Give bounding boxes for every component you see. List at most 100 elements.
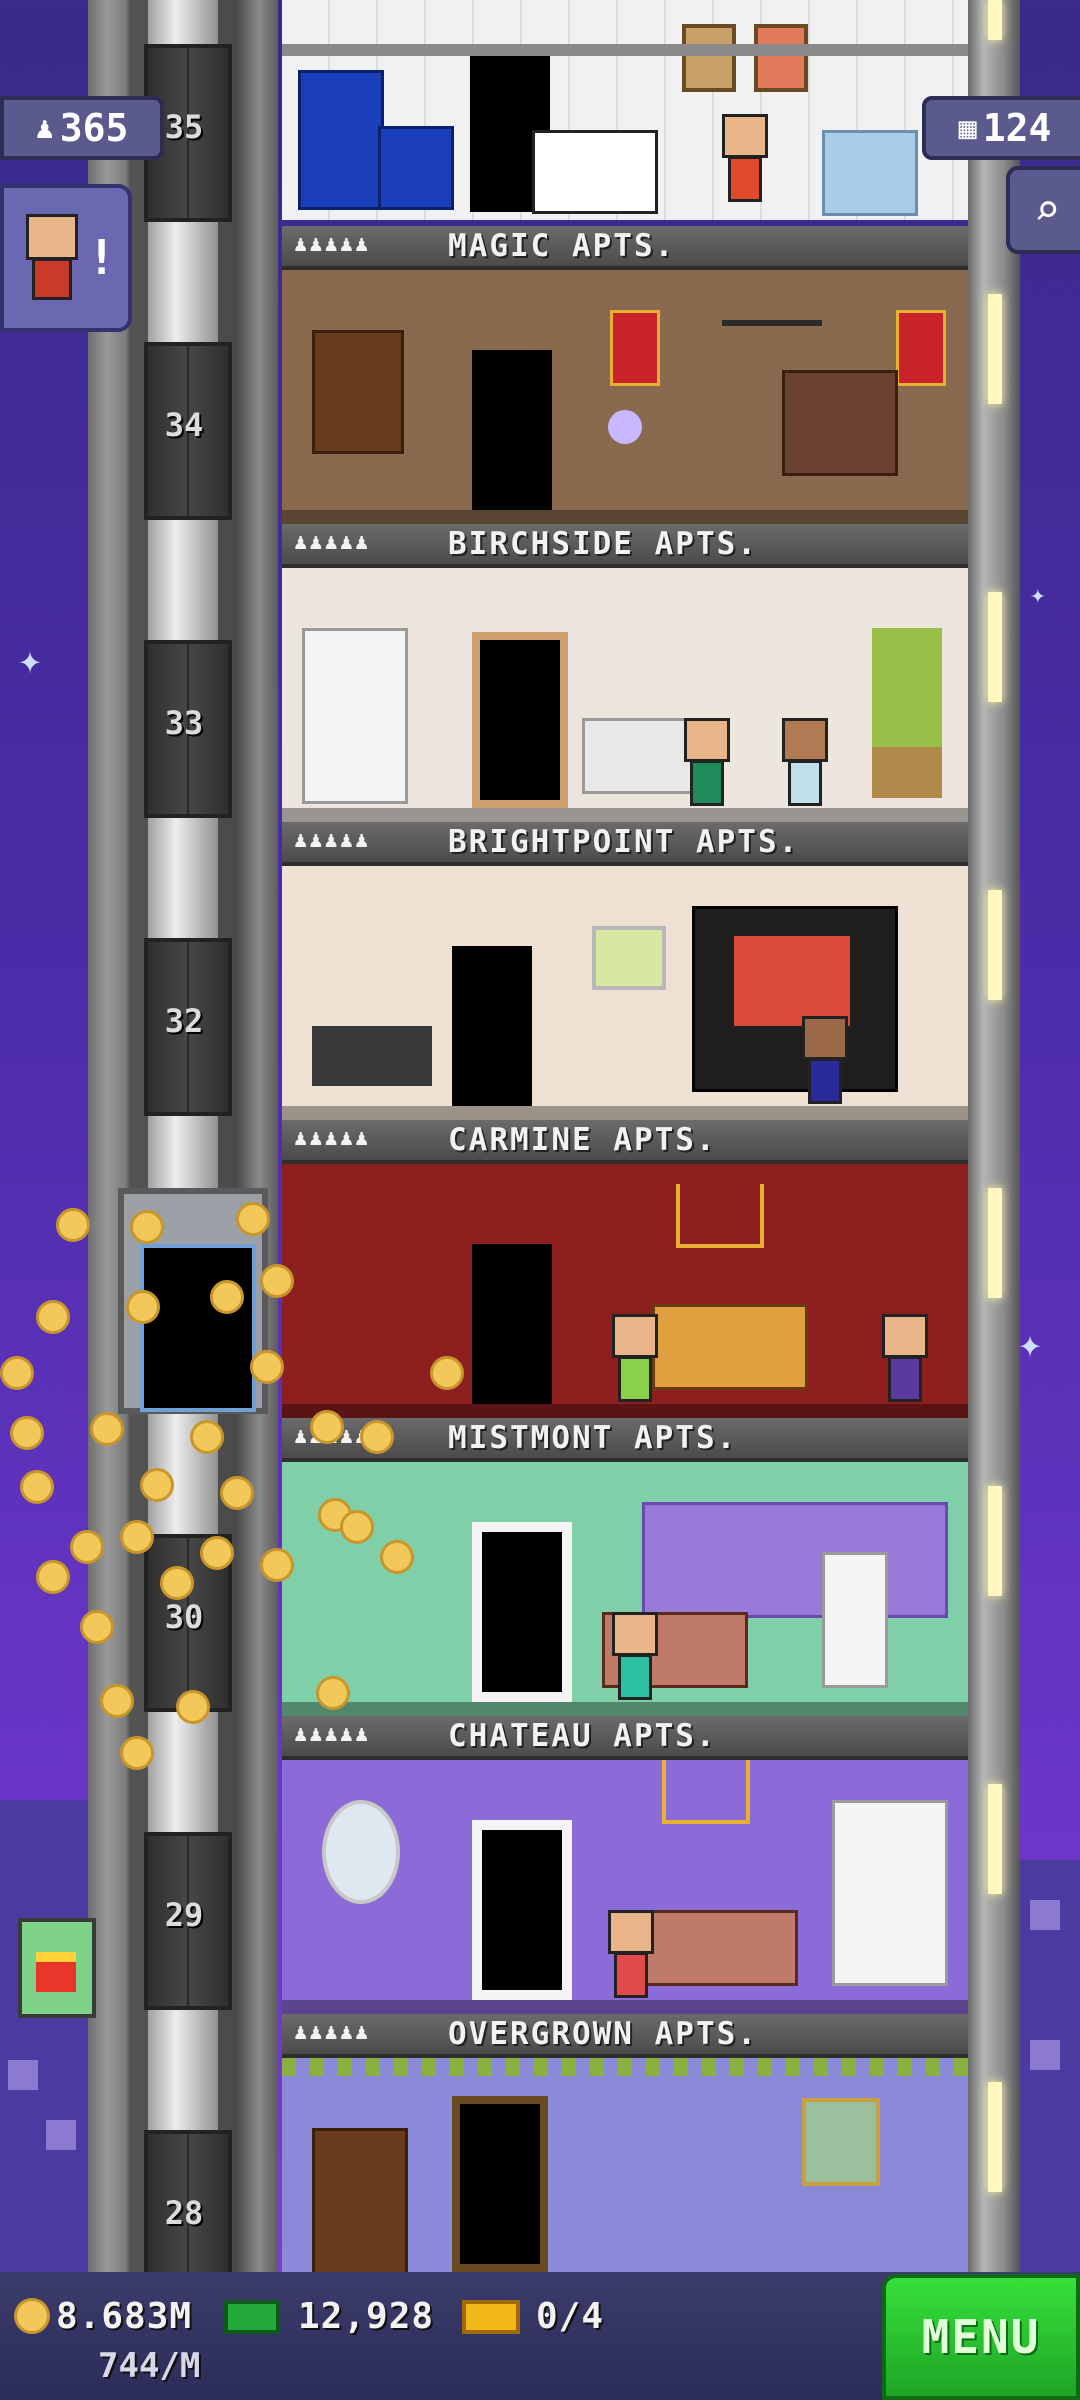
star-decoration: ✦ [1018, 1321, 1043, 1367]
tv-screen [734, 936, 850, 1026]
red-banner [896, 310, 946, 386]
apartment-door[interactable] [472, 1522, 572, 1702]
city-silhouette [0, 1800, 88, 2272]
alert-exclamation-icon: ! [87, 230, 116, 286]
bux-icon [224, 2300, 280, 2334]
red-banner [610, 310, 660, 386]
chandelier [662, 1760, 750, 1824]
floor-nameplate: ♟♟♟♟♟ BRIGHTPOINT APTS. [282, 822, 968, 866]
floor-number: 30 [164, 1598, 204, 1636]
visitor-alert-button[interactable]: ! [0, 184, 132, 332]
polar-bear [532, 130, 658, 214]
pillar-light [988, 592, 1002, 702]
floor-number: 29 [164, 1896, 204, 1934]
floor-nameplate: ♟♟♟♟♟ OVERGROWN APTS. [282, 2014, 968, 2058]
floor-nameplate: ♟♟♟♟♟ MAGIC APTS. [282, 226, 968, 270]
resident[interactable] [722, 114, 768, 204]
star-decoration: ✦ [18, 637, 43, 683]
fries-ad-thumbnail[interactable] [18, 1918, 96, 2018]
coins-value: 8.683M [56, 2296, 193, 2337]
fridge [298, 70, 384, 210]
resident[interactable] [802, 1016, 848, 1106]
picture-frame [682, 24, 736, 92]
apartment-door[interactable] [452, 946, 532, 1106]
resident[interactable] [612, 1612, 658, 1702]
floor-number: 33 [164, 704, 204, 742]
floor-counter[interactable]: ▦ 124 [922, 96, 1080, 160]
star-decoration: ✦ [1030, 580, 1046, 610]
resident[interactable] [882, 1314, 928, 1404]
room-interior [282, 866, 968, 1120]
occupancy-icons: ♟♟♟♟♟ [294, 1126, 371, 1151]
stove [378, 126, 454, 210]
occupancy-icons: ♟♟♟♟♟ [294, 2020, 371, 2045]
picture-frame [754, 24, 808, 92]
floor-count-value: 124 [982, 106, 1052, 150]
floor-nameplate: ♟♟♟♟♟ BIRCHSIDE APTS. [282, 524, 968, 568]
floor-number: 28 [164, 2194, 204, 2232]
oval-mirror [322, 1800, 400, 1904]
chandelier [722, 280, 822, 326]
floor-brightpoint[interactable]: ♟♟♟♟♟ BRIGHTPOINT APTS. [282, 822, 968, 1120]
pillar-light [988, 2082, 1002, 2192]
apartment-door[interactable] [452, 2096, 548, 2272]
floor-chateau[interactable]: ♟♟♟♟♟ CHATEAU APTS. [282, 1716, 968, 2014]
room-interior [282, 1760, 968, 2014]
bed [652, 1304, 808, 1390]
table [312, 1026, 432, 1086]
sofa [642, 1910, 798, 1986]
floor-name: CARMINE APTS. [448, 1122, 717, 1158]
pillar-light [988, 1784, 1002, 1894]
chandelier [676, 1184, 764, 1248]
coin-icon [14, 2298, 50, 2334]
resident[interactable] [612, 1314, 658, 1404]
apartment-door[interactable] [472, 350, 552, 510]
pillar-light [988, 0, 1002, 40]
fireplace [782, 370, 898, 476]
occupancy-icons: ♟♟♟♟♟ [294, 1722, 371, 1747]
sofa [582, 718, 698, 794]
picture-frame [802, 2098, 880, 2186]
room-interior [282, 568, 968, 822]
floor-nameplate: ♟♟♟♟♟ CARMINE APTS. [282, 1120, 968, 1164]
pillar-light [988, 1486, 1002, 1596]
bookshelf [312, 2128, 408, 2272]
ticket-icon [462, 2300, 520, 2334]
floor-name: MAGIC APTS. [448, 228, 676, 264]
picture-frame [592, 926, 666, 990]
elevator-car-interior [140, 1244, 256, 1412]
resident[interactable] [684, 718, 730, 808]
coin-rate-value: 744/M [98, 2346, 201, 2386]
floor-carmine[interactable]: ♟♟♟♟♟ CARMINE APTS. [282, 1120, 968, 1418]
apartment-door[interactable] [472, 1244, 552, 1404]
floor-name: OVERGROWN APTS. [448, 2016, 758, 2052]
magnifier-icon: ⌕ [1033, 184, 1061, 236]
room-interior [282, 270, 968, 524]
floor-overgrown[interactable]: ♟♟♟♟♟ OVERGROWN APTS. [282, 2014, 968, 2272]
bux-value: 12,928 [298, 2296, 435, 2337]
resident[interactable] [782, 718, 828, 808]
pillar-light [988, 294, 1002, 404]
floor-magic[interactable]: ♟♟♟♟♟ MAGIC APTS. [282, 226, 968, 524]
floor-birchside[interactable]: ♟♟♟♟♟ BIRCHSIDE APTS. [282, 524, 968, 822]
floor-number: 32 [164, 1002, 204, 1040]
crystal-ball [608, 410, 642, 444]
elevator-shaft[interactable]: 35 34 33 32 30 29 28 [88, 0, 278, 2308]
purple-window [642, 1502, 948, 1618]
search-button[interactable]: ⌕ [1006, 166, 1080, 254]
occupancy-icons: ♟♟♟♟♟ [294, 530, 371, 555]
floor-name: CHATEAU APTS. [448, 1718, 717, 1754]
armchair [822, 130, 918, 216]
resident[interactable] [608, 1910, 654, 2000]
floor-room-35[interactable] [282, 0, 968, 220]
fridge [822, 1552, 888, 1688]
apartment-door[interactable] [472, 632, 568, 808]
cabinet [302, 628, 408, 804]
menu-button[interactable]: MENU [882, 2274, 1080, 2400]
population-value: 365 [59, 106, 129, 150]
visitor-avatar [22, 214, 82, 304]
floor-name: BIRCHSIDE APTS. [448, 526, 758, 562]
building-icon: ▦ [958, 110, 977, 146]
apartment-door[interactable] [472, 1820, 572, 2000]
population-counter[interactable]: ♟ 365 [0, 96, 164, 160]
